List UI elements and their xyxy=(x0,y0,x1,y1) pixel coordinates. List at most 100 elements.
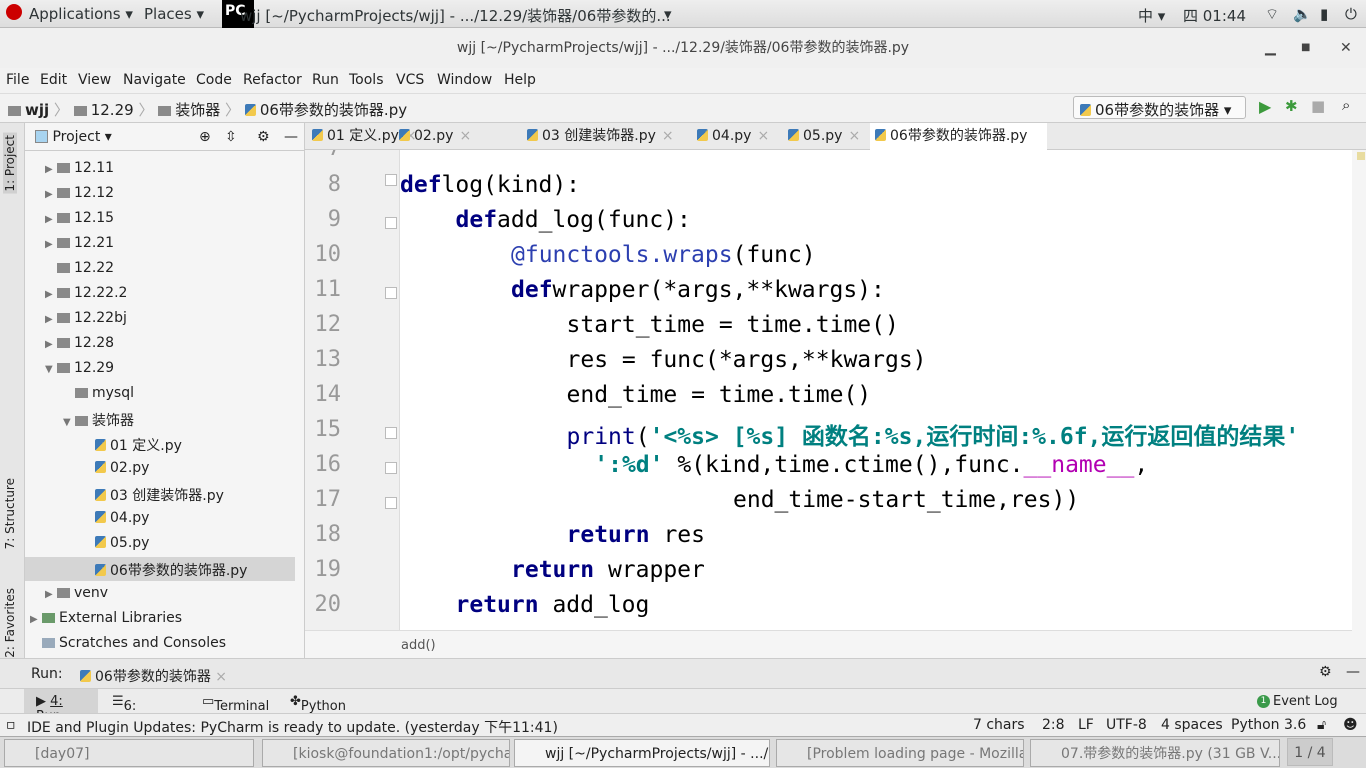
taskbar-item[interactable]: 07.带参数的装饰器.py (31 GB V... xyxy=(1030,739,1280,767)
tree-item[interactable]: 02.py xyxy=(83,460,149,476)
collapsed-arrow-icon[interactable]: ▶ xyxy=(45,589,57,600)
battery-icon[interactable]: ▮ xyxy=(1320,5,1328,23)
menu-file[interactable]: File xyxy=(6,72,29,88)
tree-item[interactable]: 05.py xyxy=(83,535,149,551)
tree-item[interactable]: ▶ 12.22.2 xyxy=(45,285,127,301)
indent-setting[interactable]: 4 spaces xyxy=(1161,717,1223,733)
close-button[interactable]: ✕ xyxy=(1340,28,1352,68)
menu-vcs[interactable]: VCS xyxy=(396,72,424,88)
status-toggle-icon[interactable]: ▫ xyxy=(6,717,16,733)
close-tab-icon[interactable]: × xyxy=(459,128,471,144)
fold-marker-icon[interactable] xyxy=(385,287,397,299)
breadcrumb-12-29[interactable]: 12.29 xyxy=(91,101,134,119)
collapsed-arrow-icon[interactable]: ▶ xyxy=(45,339,57,350)
window-menu-arrow[interactable]: ▾ xyxy=(664,5,672,23)
input-method[interactable]: 中 ▾ xyxy=(1138,5,1165,26)
file-encoding[interactable]: UTF-8 xyxy=(1106,717,1147,733)
editor-tab[interactable]: 04.py × xyxy=(697,123,769,150)
active-window-menu[interactable]: wjj [~/PycharmProjects/wjj] - .../12.29/… xyxy=(240,5,671,26)
fold-marker-icon[interactable] xyxy=(385,462,397,474)
fold-marker-icon[interactable] xyxy=(385,217,397,229)
maximize-button[interactable]: ■ xyxy=(1301,28,1310,68)
collapsed-arrow-icon[interactable]: ▶ xyxy=(45,189,57,200)
fold-marker-icon[interactable] xyxy=(385,174,397,186)
tree-item[interactable]: mysql xyxy=(63,385,134,401)
favorites-tool-tab[interactable]: 2: Favorites xyxy=(3,588,17,658)
close-tab-icon[interactable]: × xyxy=(757,128,769,144)
run-hide-icon[interactable]: — xyxy=(1346,664,1360,680)
run-tab[interactable]: 06带参数的装饰器 × xyxy=(80,666,227,686)
close-tab-icon[interactable]: × xyxy=(662,128,674,144)
tree-item[interactable]: ▶ 12.22bj xyxy=(45,310,127,326)
menu-code[interactable]: Code xyxy=(196,72,232,88)
breadcrumb-decorators[interactable]: 装饰器 xyxy=(175,101,220,119)
hide-icon[interactable]: — xyxy=(284,123,298,151)
tree-item[interactable]: 04.py xyxy=(83,510,149,526)
inspection-indicator[interactable] xyxy=(1357,152,1365,160)
editor-tab[interactable]: 02.py × xyxy=(399,123,471,150)
run-settings-icon[interactable]: ⚙ xyxy=(1319,664,1332,680)
structure-tool-tab[interactable]: 7: Structure xyxy=(3,478,17,549)
status-message[interactable]: IDE and Plugin Updates: PyCharm is ready… xyxy=(27,717,558,737)
menu-tools[interactable]: Tools xyxy=(349,72,384,88)
search-icon[interactable]: ⌕ xyxy=(1342,96,1350,114)
tool-tab-terminal[interactable]: ▭ Terminal xyxy=(202,694,269,714)
fold-marker-icon[interactable] xyxy=(385,497,397,509)
places-menu[interactable]: Places ▾ xyxy=(144,5,204,23)
event-log-button[interactable]: Event Log xyxy=(1273,694,1338,709)
tree-item[interactable]: 12.22 xyxy=(45,260,114,276)
taskbar-item[interactable]: [Problem loading page - Mozilla... xyxy=(776,739,1024,767)
tree-item[interactable]: ▶ 12.12 xyxy=(45,185,114,201)
tool-tab-todo[interactable]: ☰ 6: TODO xyxy=(112,694,162,729)
run-icon[interactable]: ▶ xyxy=(1259,97,1271,116)
interpreter[interactable]: Python 3.6 xyxy=(1231,717,1306,733)
minimize-button[interactable]: ▁ xyxy=(1265,28,1276,68)
tree-item[interactable]: ▶ 12.21 xyxy=(45,235,114,251)
menu-refactor[interactable]: Refactor xyxy=(243,72,302,88)
taskbar-item[interactable]: [day07] xyxy=(4,739,254,767)
collapsed-arrow-icon[interactable]: ▶ xyxy=(45,314,57,325)
tree-item[interactable]: 06带参数的装饰器.py xyxy=(25,557,295,581)
volume-icon[interactable]: 🔈 xyxy=(1293,5,1312,23)
collapsed-arrow-icon[interactable]: ▶ xyxy=(45,214,57,225)
wifi-icon[interactable]: ⌔ xyxy=(1265,5,1279,24)
expanded-arrow-icon[interactable]: ▼ xyxy=(45,364,57,375)
workspace-indicator[interactable]: 1 / 4 xyxy=(1287,738,1333,766)
tree-item[interactable]: Scratches and Consoles xyxy=(30,635,226,651)
debug-icon[interactable]: ✱ xyxy=(1285,97,1298,115)
tree-item[interactable]: 01 定义.py xyxy=(83,435,182,455)
stop-icon[interactable]: ■ xyxy=(1311,97,1325,115)
hector-icon[interactable]: ☻ xyxy=(1343,717,1358,733)
tree-item[interactable]: ▶ 12.15 xyxy=(45,210,114,226)
clock[interactable]: 四 01:44 xyxy=(1183,5,1246,26)
locate-icon[interactable]: ⊕ xyxy=(199,123,211,151)
tree-item[interactable]: ▼ 12.29 xyxy=(45,360,114,376)
run-config-select[interactable]: 06带参数的装饰器 ▾ xyxy=(1073,96,1246,119)
applications-menu[interactable]: Applications ▾ xyxy=(29,5,133,23)
collapsed-arrow-icon[interactable]: ▶ xyxy=(45,164,57,175)
menu-window[interactable]: Window xyxy=(437,72,492,88)
tree-item[interactable]: 03 创建装饰器.py xyxy=(83,485,224,505)
tree-item[interactable]: ▶ 12.28 xyxy=(45,335,114,351)
line-separator[interactable]: LF xyxy=(1078,717,1094,733)
breadcrumb-wjj[interactable]: wjj xyxy=(25,101,49,119)
collapsed-arrow-icon[interactable]: ▶ xyxy=(30,614,42,625)
breadcrumb-file[interactable]: 06带参数的装饰器.py xyxy=(260,101,407,119)
tool-tab-python-console[interactable]: ✤ Python Console xyxy=(290,694,353,729)
fold-marker-icon[interactable] xyxy=(385,427,397,439)
tree-item[interactable]: ▶ venv xyxy=(45,585,108,601)
taskbar-item[interactable]: wjj [~/PycharmProjects/wjj] - .../... xyxy=(514,739,770,767)
editor-tab[interactable]: 03 创建装饰器.py × xyxy=(527,123,674,150)
menu-edit[interactable]: Edit xyxy=(40,72,67,88)
power-icon[interactable]: ⏻ xyxy=(1345,5,1357,23)
taskbar-item[interactable]: [kiosk@foundation1:/opt/pychar... xyxy=(262,739,510,767)
tree-item[interactable]: ▼ 装饰器 xyxy=(63,410,134,430)
editor-tab[interactable]: 06带参数的装饰器.py xyxy=(870,123,1048,150)
collapse-icon[interactable]: ⇳ xyxy=(225,123,237,151)
menu-navigate[interactable]: Navigate xyxy=(123,72,186,88)
close-tab-icon[interactable]: × xyxy=(848,128,860,144)
editor-tab[interactable]: 05.py × xyxy=(788,123,860,150)
collapsed-arrow-icon[interactable]: ▶ xyxy=(45,289,57,300)
expanded-arrow-icon[interactable]: ▼ xyxy=(63,417,75,428)
tree-item[interactable]: ▶ 12.11 xyxy=(45,160,114,176)
